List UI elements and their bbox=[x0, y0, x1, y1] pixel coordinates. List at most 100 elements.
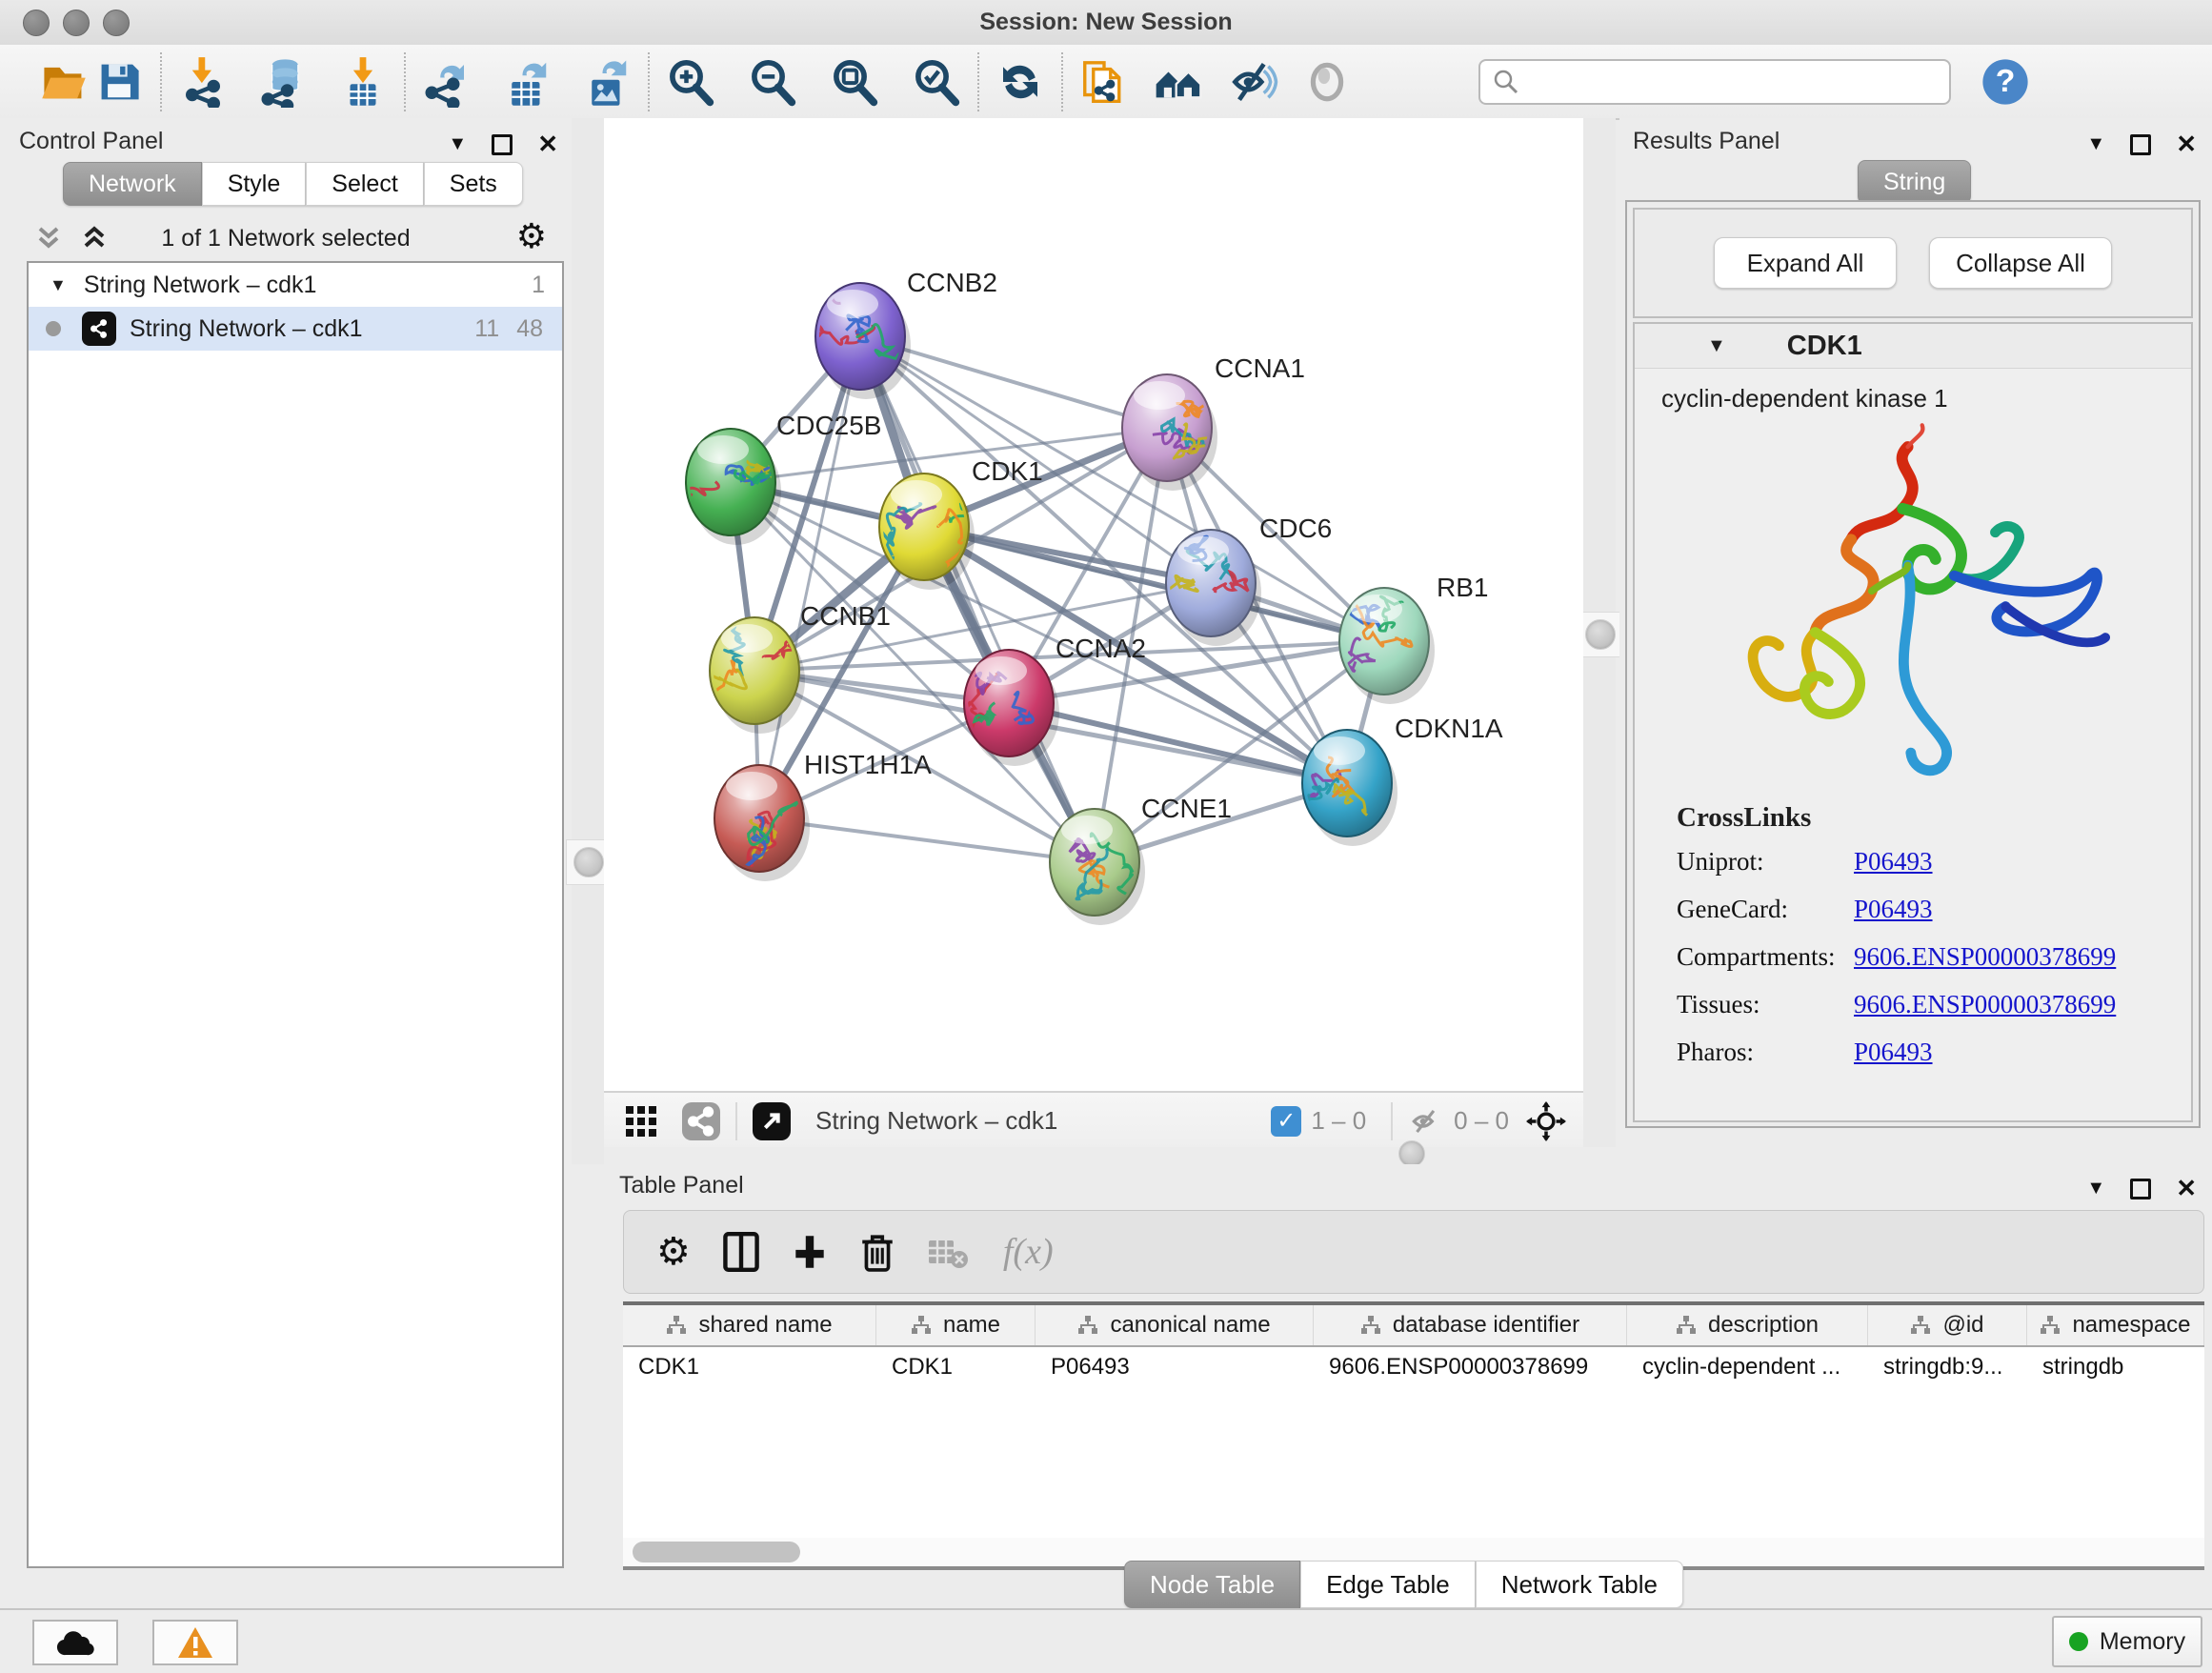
search-input[interactable] bbox=[1478, 59, 1951, 105]
detach-view-button[interactable] bbox=[753, 1102, 791, 1140]
export-image-button[interactable] bbox=[579, 54, 634, 110]
table-cell[interactable]: cyclin-dependent ... bbox=[1627, 1347, 1868, 1387]
export-network-button[interactable] bbox=[419, 54, 474, 110]
node-label: CDK1 bbox=[972, 456, 1043, 486]
panel-menu-icon[interactable]: ▼ bbox=[2086, 133, 2105, 155]
table-cell[interactable]: 9606.ENSP00000378699 bbox=[1314, 1347, 1627, 1387]
network-collection-row[interactable]: ▼ String Network – cdk1 1 bbox=[29, 263, 562, 307]
node-CCNA1[interactable]: CCNA1 bbox=[1122, 353, 1305, 491]
crosslink-link[interactable]: P06493 bbox=[1854, 895, 1933, 924]
tab-string[interactable]: String bbox=[1858, 160, 1971, 204]
first-neighbors-button[interactable] bbox=[1151, 54, 1206, 110]
horizontal-splitter-grip[interactable] bbox=[1398, 1140, 1425, 1167]
panel-menu-icon[interactable]: ▼ bbox=[2086, 1178, 2105, 1199]
panel-menu-icon[interactable]: ▼ bbox=[448, 133, 467, 155]
tab-edge-table[interactable]: Edge Table bbox=[1300, 1561, 1476, 1608]
tab-style[interactable]: Style bbox=[202, 162, 307, 206]
panel-close-icon[interactable]: ✕ bbox=[537, 130, 558, 159]
preview-disabled-button[interactable] bbox=[1299, 54, 1355, 110]
network-options-gear-icon[interactable]: ⚙ bbox=[516, 217, 547, 256]
network-canvas[interactable]: CCNB2CCNA1CDC25BCDK1CDC6RB1CCNB1CCNA2CDK… bbox=[604, 118, 1583, 1091]
import-network-from-database-button[interactable] bbox=[255, 54, 311, 110]
zoom-in-button[interactable] bbox=[663, 54, 718, 110]
node-CCNB2[interactable]: CCNB2 bbox=[769, 268, 997, 399]
column-header-shared-name[interactable]: shared name bbox=[623, 1305, 876, 1345]
panel-close-icon[interactable]: ✕ bbox=[2176, 1174, 2197, 1203]
network-row-selected[interactable]: String Network – cdk1 11 48 bbox=[29, 307, 562, 351]
column-header-name[interactable]: name bbox=[876, 1305, 1036, 1345]
column-header-id[interactable]: @id bbox=[1868, 1305, 2027, 1345]
tab-sets[interactable]: Sets bbox=[424, 162, 523, 206]
tab-network-table[interactable]: Network Table bbox=[1476, 1561, 1683, 1608]
crosslink-link[interactable]: 9606.ENSP00000378699 bbox=[1854, 942, 2116, 972]
scrollbar-thumb[interactable] bbox=[633, 1542, 800, 1562]
table-cell[interactable]: CDK1 bbox=[876, 1347, 1036, 1387]
crosslink-link[interactable]: P06493 bbox=[1854, 1038, 1933, 1067]
refresh-view-button[interactable] bbox=[993, 54, 1048, 110]
selected-nodes-checkbox[interactable]: ✓ bbox=[1271, 1106, 1301, 1137]
column-header-namespace[interactable]: namespace bbox=[2027, 1305, 2204, 1345]
network-graph[interactable]: CCNB2CCNA1CDC25BCDK1CDC6RB1CCNB1CCNA2CDK… bbox=[604, 118, 1583, 1091]
collapse-all-button[interactable]: Collapse All bbox=[1929, 237, 2112, 289]
panel-float-icon[interactable] bbox=[2130, 134, 2151, 155]
table-options-gear-icon[interactable]: ⚙ bbox=[656, 1230, 691, 1274]
show-hide-button[interactable] bbox=[1225, 54, 1280, 110]
table-row[interactable]: CDK1CDK1P064939606.ENSP00000378699cyclin… bbox=[623, 1347, 2204, 1387]
network-state-dot bbox=[46, 321, 61, 336]
expand-all-button[interactable]: Expand All bbox=[1714, 237, 1897, 289]
import-table-button[interactable] bbox=[335, 54, 391, 110]
node-HIST1H1A[interactable]: HIST1H1A bbox=[714, 750, 932, 881]
cloud-status-button[interactable] bbox=[32, 1620, 118, 1665]
table-cell[interactable]: CDK1 bbox=[623, 1347, 876, 1387]
warning-icon bbox=[176, 1625, 214, 1660]
import-network-button[interactable] bbox=[175, 54, 231, 110]
help-button[interactable]: ? bbox=[1978, 54, 2033, 110]
left-splitter[interactable] bbox=[572, 118, 604, 1164]
panel-float-icon[interactable] bbox=[2130, 1179, 2151, 1199]
crosslink-link[interactable]: P06493 bbox=[1854, 847, 1933, 877]
hidden-eye-icon[interactable] bbox=[1408, 1105, 1444, 1138]
results-panel-title: Results Panel bbox=[1633, 128, 1780, 155]
zoom-fit-button[interactable] bbox=[827, 54, 882, 110]
column-header-canonical-name[interactable]: canonical name bbox=[1036, 1305, 1314, 1345]
node-CCNE1[interactable]: CCNE1 bbox=[1050, 794, 1232, 925]
network-view-share-button[interactable] bbox=[682, 1102, 720, 1140]
network-view-toolbar: String Network – cdk1 ✓ 1 – 0 0 – 0 bbox=[604, 1091, 1583, 1149]
warnings-button[interactable] bbox=[152, 1620, 238, 1665]
node-CDC25B[interactable]: CDC25B bbox=[679, 411, 881, 545]
tab-select[interactable]: Select bbox=[306, 162, 423, 206]
protein-section-header[interactable]: ▼ CDK1 bbox=[1635, 324, 2191, 369]
show-columns-button[interactable] bbox=[723, 1232, 759, 1272]
open-session-button[interactable] bbox=[36, 54, 91, 110]
zoom-out-button[interactable] bbox=[745, 54, 800, 110]
table-cell[interactable]: stringdb:9... bbox=[1868, 1347, 2027, 1387]
save-session-button[interactable] bbox=[91, 54, 147, 110]
column-header-description[interactable]: description bbox=[1627, 1305, 1868, 1345]
table-cell[interactable]: P06493 bbox=[1036, 1347, 1314, 1387]
left-splitter-grip[interactable] bbox=[573, 847, 604, 877]
fit-selected-button[interactable] bbox=[1526, 1101, 1566, 1141]
crosslink-link[interactable]: 9606.ENSP00000378699 bbox=[1854, 990, 2116, 1019]
export-table-button[interactable] bbox=[499, 54, 554, 110]
create-column-button[interactable] bbox=[792, 1232, 828, 1272]
zoom-selected-button[interactable] bbox=[909, 54, 964, 110]
right-splitter-grip[interactable] bbox=[1585, 619, 1616, 650]
tab-node-table[interactable]: Node Table bbox=[1124, 1561, 1300, 1608]
node-RB1[interactable]: RB1 bbox=[1339, 573, 1488, 704]
section-collapse-icon[interactable]: ▼ bbox=[1707, 335, 1726, 357]
panel-close-icon[interactable]: ✕ bbox=[2176, 130, 2197, 159]
node-label: CDC25B bbox=[776, 411, 881, 440]
node-CDC6[interactable]: CDC6 bbox=[1155, 514, 1332, 646]
tree-expand-icon[interactable]: ▼ bbox=[50, 275, 67, 295]
grid-view-button[interactable] bbox=[625, 1105, 657, 1138]
memory-button[interactable]: Memory bbox=[2052, 1616, 2202, 1667]
node-table[interactable]: shared namenamecanonical namedatabase id… bbox=[623, 1301, 2204, 1542]
delete-column-button[interactable] bbox=[860, 1232, 895, 1272]
tab-network[interactable]: Network bbox=[63, 162, 202, 206]
right-splitter[interactable] bbox=[1583, 118, 1616, 1164]
node-CCNA2[interactable]: CCNA2 bbox=[964, 634, 1146, 766]
clone-network-button[interactable] bbox=[1076, 54, 1132, 110]
table-cell[interactable]: stringdb bbox=[2027, 1347, 2204, 1387]
column-header-database-identifier[interactable]: database identifier bbox=[1314, 1305, 1627, 1345]
panel-float-icon[interactable] bbox=[492, 134, 513, 155]
